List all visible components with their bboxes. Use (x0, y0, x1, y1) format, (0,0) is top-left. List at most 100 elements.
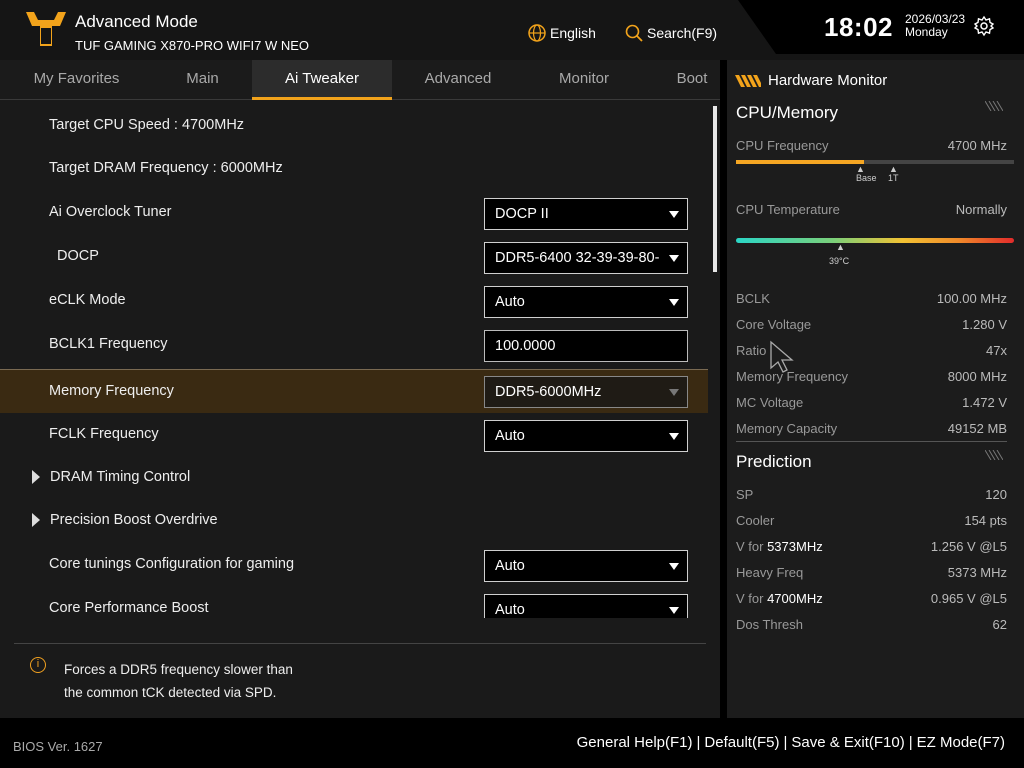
tab-boot[interactable]: Boot (666, 60, 718, 100)
v-for-5373-row: V for 5373MHz 1.256 V @L5 (736, 539, 1007, 555)
setting-row-ai-overclock-tuner[interactable]: Ai Overclock Tuner DOCP II (0, 191, 708, 235)
tab-advanced[interactable]: Advanced (410, 60, 506, 100)
search-icon (625, 24, 643, 42)
kv-value: 47x (986, 343, 1007, 358)
kv-value: 62 (992, 617, 1007, 632)
fclk-frequency-select[interactable]: Auto (484, 420, 688, 452)
info-icon: i (30, 657, 46, 673)
target-dram-frequency: Target DRAM Frequency : 6000MHz (49, 160, 283, 176)
bios-version: BIOS Ver. 1627 (13, 739, 103, 754)
help-line-2: the common tCK detected via SPD. (64, 685, 277, 700)
marker-base-label: Base (856, 173, 877, 183)
clock-date: 2026/03/23 Monday (905, 13, 965, 39)
kv-label-prefix: V for (736, 591, 768, 606)
tab-my-favorites[interactable]: My Favorites (14, 60, 139, 100)
select-value: DDR5-6000MHz (495, 384, 602, 400)
kv-value: 1.280 V (962, 317, 1007, 332)
ez-mode-button[interactable]: EZ Mode(F7) (917, 734, 1005, 751)
section-slash-icon (985, 101, 1003, 111)
setting-label: FCLK Frequency (49, 426, 159, 442)
cpu-frequency-row: CPU Frequency 4700 MHz (736, 138, 1007, 154)
dropdown-arrow-icon (669, 563, 679, 570)
select-value: DOCP II (495, 206, 549, 222)
dropdown-arrow-icon (669, 433, 679, 440)
expand-triangle-icon (32, 513, 40, 527)
core-voltage-row: Core Voltage 1.280 V (736, 317, 1007, 333)
setting-row-fclk-frequency[interactable]: FCLK Frequency Auto (0, 413, 708, 457)
select-value: Auto (495, 602, 525, 618)
tuf-logo-icon (26, 12, 66, 46)
dropdown-arrow-icon (669, 299, 679, 306)
main-tabs: My Favorites Main Ai Tweaker Advanced Mo… (0, 60, 720, 100)
cpu-temperature-row: CPU Temperature Normally (736, 202, 1007, 218)
general-help-button[interactable]: General Help(F1) (577, 734, 693, 751)
kv-label: MC Voltage (736, 395, 804, 410)
search-label: Search(F9) (647, 25, 718, 41)
dropdown-arrow-icon (669, 607, 679, 614)
expand-triangle-icon (32, 470, 40, 484)
settings-scrollbar[interactable] (713, 106, 717, 272)
tab-main[interactable]: Main (160, 60, 245, 100)
target-cpu-speed: Target CPU Speed : 4700MHz (49, 117, 245, 133)
section-divider (736, 441, 1007, 442)
core-tunings-select[interactable]: Auto (484, 550, 688, 582)
kv-label: Ratio (736, 343, 767, 358)
dropdown-arrow-icon (669, 389, 679, 396)
setting-label: BCLK1 Frequency (49, 336, 168, 352)
submenu-dram-timing-control[interactable]: DRAM Timing Control (0, 456, 708, 500)
gear-icon[interactable] (973, 15, 995, 37)
cpu-frequency-bar (736, 160, 1014, 164)
help-text: Forces a DDR5 frequency slower than the … (64, 658, 324, 704)
setting-label: Core tunings Configuration for gaming (49, 556, 295, 572)
save-exit-button[interactable]: Save & Exit(F10) (791, 734, 904, 751)
kv-value: 0.965 V @L5 (930, 591, 1007, 606)
hardware-monitor-panel: Hardware Monitor CPU/Memory CPU Frequenc… (727, 60, 1024, 718)
tab-monitor[interactable]: Monitor (540, 60, 628, 100)
weekday-value: Monday (905, 25, 948, 39)
kv-label: V for 4700MHz (736, 591, 823, 606)
hardware-monitor-stripes-icon (735, 75, 761, 87)
setting-row-eclk-mode[interactable]: eCLK Mode Auto (0, 279, 708, 323)
board-model: TUF GAMING X870-PRO WIFI7 W NEO (75, 38, 310, 53)
search-button[interactable]: Search(F9) (625, 22, 717, 44)
setting-row-target-cpu: Target CPU Speed : 4700MHz (0, 104, 708, 148)
kv-value: 100.00 MHz (936, 291, 1007, 306)
core-performance-boost-select[interactable]: Auto (484, 594, 688, 618)
footer-separator: | (908, 734, 913, 751)
kv-label-freq: 5373MHz (767, 539, 823, 554)
ai-overclock-tuner-select[interactable]: DOCP II (484, 198, 688, 230)
eclk-mode-select[interactable]: Auto (484, 286, 688, 318)
clock-time: 18:02 (824, 12, 893, 42)
setting-row-docp[interactable]: DOCP DDR5-6400 32-39-39-80- (0, 235, 708, 279)
cpu-temperature-bar (736, 238, 1014, 243)
language-button[interactable]: English (528, 22, 596, 44)
globe-icon (528, 24, 546, 42)
kv-label: Memory Capacity (736, 421, 838, 436)
setting-row-bclk1-frequency[interactable]: BCLK1 Frequency 100.0000 (0, 323, 708, 367)
setting-row-core-performance-boost[interactable]: Core Performance Boost Auto (0, 587, 708, 618)
docp-select[interactable]: DDR5-6400 32-39-39-80- (484, 242, 688, 274)
setting-row-core-tunings[interactable]: Core tunings Configuration for gaming Au… (0, 543, 708, 587)
setting-label: Ai Overclock Tuner (49, 204, 172, 220)
kv-label: Core Voltage (736, 317, 812, 332)
footer-actions: General Help(F1) | Default(F5) | Save & … (577, 734, 1005, 751)
help-panel: i Forces a DDR5 frequency slower than th… (0, 618, 720, 718)
select-value: Auto (495, 294, 525, 310)
setting-row-memory-frequency[interactable]: Memory Frequency DDR5-6000MHz (0, 369, 708, 413)
language-label: English (550, 25, 596, 41)
kv-label: CPU Temperature (736, 202, 840, 217)
kv-value: 4700 MHz (947, 138, 1007, 153)
submenu-precision-boost-overdrive[interactable]: Precision Boost Overdrive (0, 499, 708, 543)
default-button[interactable]: Default(F5) (704, 734, 779, 751)
help-line-1: Forces a DDR5 frequency slower than (64, 662, 293, 677)
tab-ai-tweaker[interactable]: Ai Tweaker (252, 60, 392, 100)
memory-frequency-select[interactable]: DDR5-6000MHz (484, 376, 688, 408)
footer-bar: BIOS Ver. 1627 General Help(F1) | Defaul… (0, 718, 1024, 768)
settings-panel: Target CPU Speed : 4700MHz Target DRAM F… (0, 100, 720, 618)
bclk1-frequency-input[interactable]: 100.0000 (484, 330, 688, 362)
sp-row: SP 120 (736, 487, 1007, 503)
temp-marker-label: 39°C (829, 256, 850, 266)
mc-voltage-row: MC Voltage 1.472 V (736, 395, 1007, 411)
kv-label: V for 5373MHz (736, 539, 823, 554)
kv-value: Normally (955, 202, 1007, 217)
